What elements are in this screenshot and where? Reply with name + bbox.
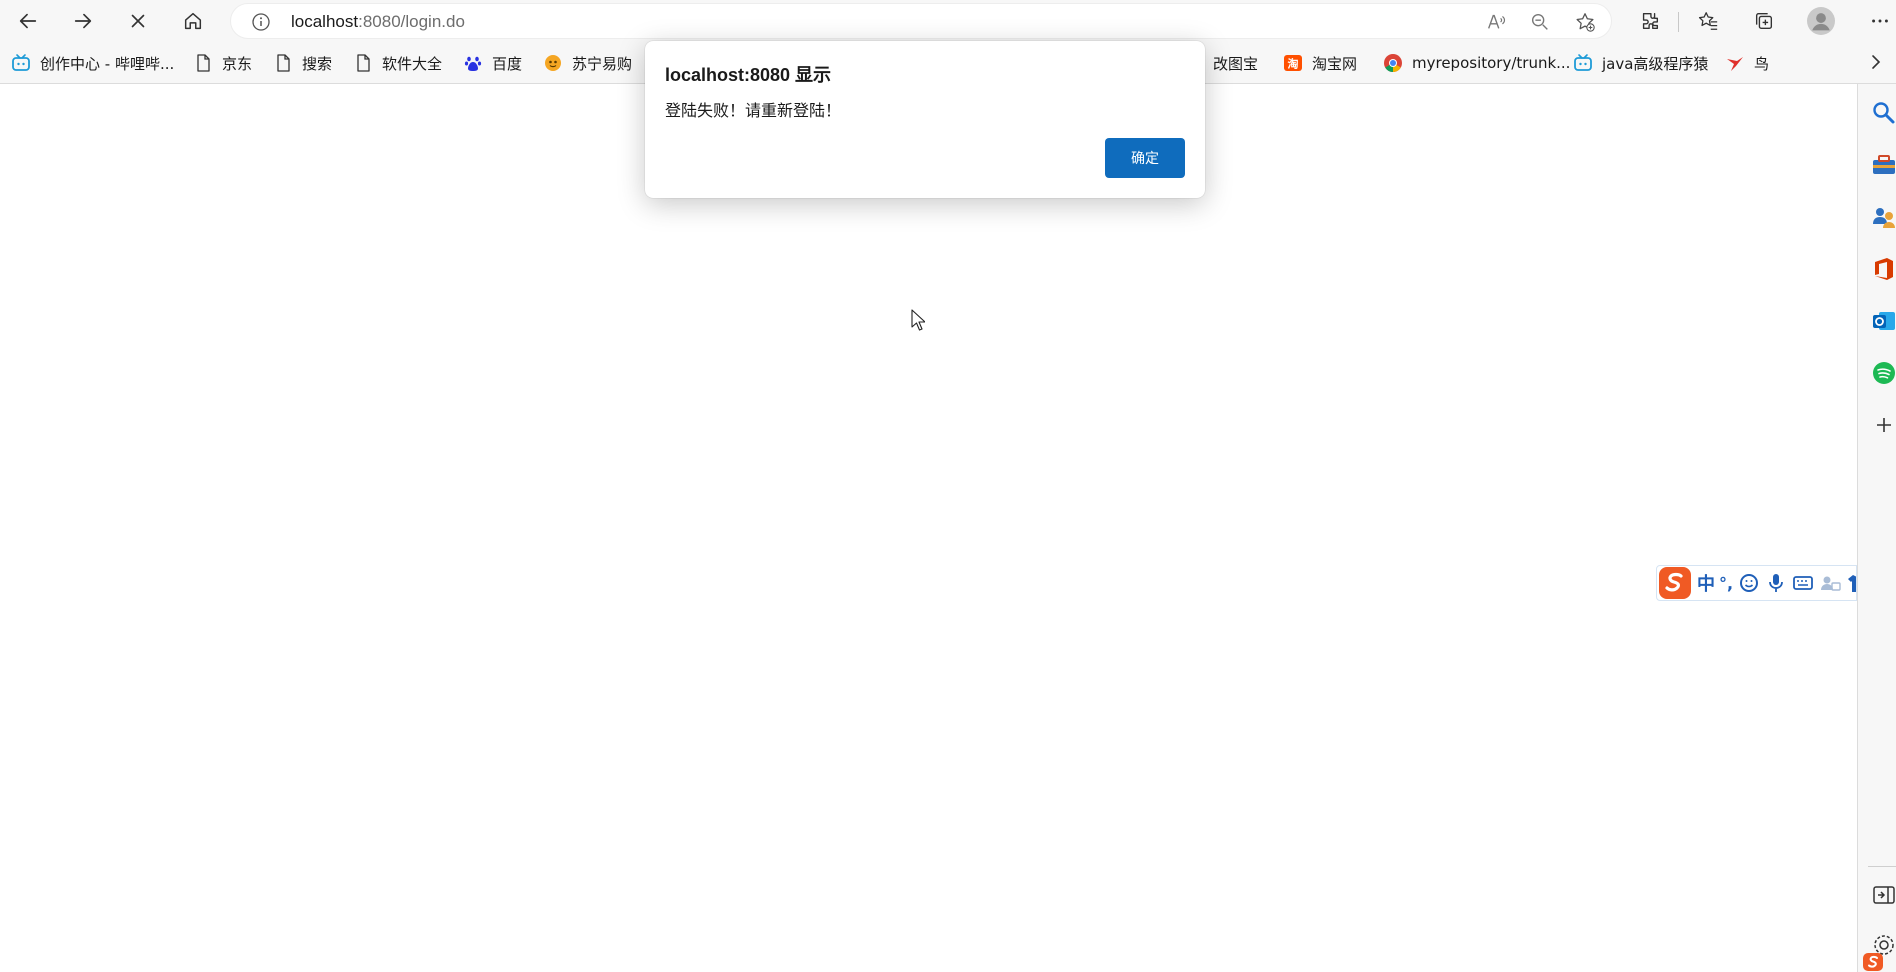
add-favorite-icon[interactable] — [1574, 11, 1596, 33]
microphone-icon[interactable] — [1765, 572, 1787, 594]
mouse-cursor-icon — [911, 309, 925, 331]
bookmark-item[interactable]: 改图宝 — [1213, 51, 1258, 75]
favorites-button[interactable] — [1692, 5, 1724, 37]
chrome-icon — [1384, 54, 1402, 72]
chevron-right-icon[interactable] — [1866, 52, 1886, 72]
url-path: :8080/login.do — [358, 12, 465, 31]
url-host: localhost — [291, 12, 359, 31]
browser-toolbar: localhost:8080/login.do — [0, 0, 1896, 42]
home-icon — [184, 12, 202, 30]
bird-icon — [1727, 57, 1743, 71]
search-icon[interactable] — [1871, 100, 1896, 126]
bookmark-item[interactable]: 鸟 — [1725, 51, 1769, 75]
bookmark-label: 软件大全 — [382, 54, 443, 73]
dialog-message: 登陆失败！请重新登陆！ — [665, 101, 842, 120]
skin-shirt-icon[interactable] — [1846, 572, 1857, 594]
outlook-icon[interactable] — [1871, 308, 1896, 334]
settings-more-button[interactable] — [1864, 5, 1896, 37]
bookmark-item[interactable]: java高级程序猿 — [1573, 51, 1708, 75]
bilibili-icon — [1574, 54, 1592, 71]
bookmark-label: java高级程序猿 — [1602, 54, 1709, 73]
sidebar-toggle-icon[interactable] — [1871, 882, 1896, 908]
baidu-paw-icon — [464, 56, 482, 71]
page-icon — [197, 54, 210, 72]
bookmark-item[interactable]: 百度 — [463, 51, 522, 75]
bookmark-item[interactable]: 软件大全 — [353, 51, 442, 75]
bookmark-label: 京东 — [222, 54, 253, 73]
office-icon[interactable] — [1871, 256, 1896, 282]
forward-button[interactable] — [67, 5, 99, 37]
sogou-logo-icon — [1659, 567, 1691, 599]
puzzle-icon — [1642, 12, 1659, 30]
arrow-left-icon — [19, 13, 37, 29]
bookmark-label: 苏宁易购 — [572, 54, 633, 73]
bookmark-label: 百度 — [492, 54, 523, 73]
alert-dialog: localhost:8080 显示 登陆失败！请重新登陆！ 确定 — [645, 41, 1205, 198]
arrow-right-icon — [74, 13, 92, 29]
people-icon[interactable] — [1871, 204, 1896, 230]
bookmark-item[interactable]: myrepository/trunk... — [1383, 51, 1570, 75]
edge-sidebar — [1857, 84, 1896, 972]
zoom-out-icon[interactable] — [1529, 11, 1551, 33]
page-content — [0, 85, 1857, 972]
bookmark-label: 改图宝 — [1213, 54, 1259, 73]
collections-button[interactable] — [1748, 5, 1780, 37]
taobao-icon: 淘 — [1284, 55, 1302, 71]
back-button[interactable] — [12, 5, 44, 37]
svg-text:淘: 淘 — [1288, 57, 1299, 71]
bilibili-icon — [12, 54, 30, 71]
address-bar[interactable]: localhost:8080/login.do — [230, 3, 1612, 39]
extensions-button[interactable] — [1634, 5, 1666, 37]
bookmark-item[interactable]: 苏宁易购 — [543, 51, 632, 75]
ime-punct-label[interactable]: °, — [1719, 574, 1733, 593]
info-icon[interactable] — [251, 12, 271, 32]
profile-button[interactable] — [1805, 5, 1837, 37]
dialog-title: localhost:8080 显示 — [665, 65, 832, 85]
page-icon — [357, 54, 370, 72]
bookmark-label: myrepository/trunk... — [1412, 54, 1571, 72]
bookmark-label: 淘宝网 — [1312, 54, 1358, 73]
toolbar-divider — [1678, 12, 1679, 32]
keyboard-icon[interactable] — [1792, 572, 1814, 594]
bookmark-label: 鸟 — [1754, 54, 1770, 73]
sidebar-divider — [1868, 866, 1896, 867]
browser-window: localhost:8080/login.do 创作中心 - 哔哩哔... 京东… — [0, 0, 1896, 972]
bookmark-item[interactable]: 创作中心 - 哔哩哔... — [11, 51, 174, 75]
suning-icon — [545, 55, 561, 71]
bookmark-item[interactable]: 淘 淘宝网 — [1283, 51, 1357, 75]
spotify-icon[interactable] — [1871, 360, 1896, 386]
avatar-icon — [1807, 7, 1835, 35]
more-dots-icon — [1872, 19, 1888, 23]
favorites-icon — [1698, 12, 1718, 30]
emoji-icon[interactable] — [1738, 572, 1760, 594]
user-card-icon[interactable] — [1819, 572, 1841, 594]
close-icon — [131, 14, 145, 28]
bookmark-item[interactable]: 搜索 — [273, 51, 332, 75]
ime-mode-label[interactable]: 中 — [1697, 570, 1715, 596]
stop-loading-button[interactable] — [122, 5, 154, 37]
add-icon[interactable] — [1871, 412, 1896, 438]
url-text[interactable]: localhost:8080/login.do — [291, 12, 465, 32]
bookmark-item[interactable]: 京东 — [193, 51, 252, 75]
ok-button[interactable]: 确定 — [1105, 138, 1185, 178]
collections-icon — [1755, 12, 1773, 30]
home-button[interactable] — [177, 5, 209, 37]
sogou-tray-icon[interactable] — [1862, 952, 1884, 972]
read-aloud-icon[interactable] — [1485, 11, 1507, 33]
ime-toolbar[interactable]: 中 °, — [1656, 565, 1857, 601]
tools-icon[interactable] — [1871, 152, 1896, 178]
page-icon — [277, 54, 290, 72]
bookmark-label: 搜索 — [302, 54, 333, 73]
bookmark-label: 创作中心 - 哔哩哔... — [40, 54, 175, 73]
